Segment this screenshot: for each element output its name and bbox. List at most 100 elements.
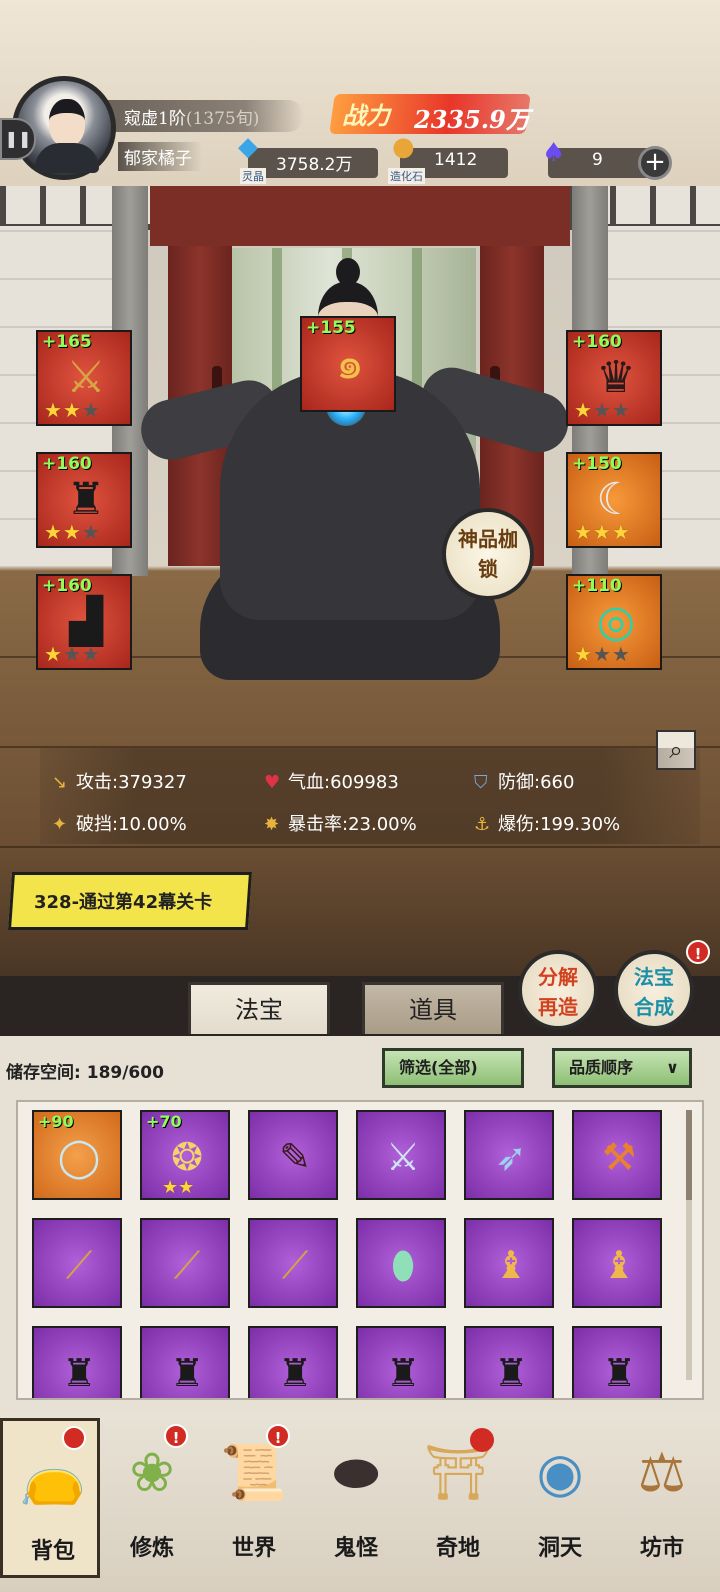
add-resource-button[interactable]: + [638, 146, 672, 180]
dark-robe-icon: ♜ [169, 1351, 205, 1395]
nav-label: 奇地 [435, 1535, 480, 1561]
equip-slot-weapon[interactable]: +165 ⚔ ★★★ [36, 330, 132, 426]
nav-grotto[interactable]: ◉ 洞天 [510, 1418, 610, 1578]
stat-crit-damage: ⚓ 爆伤:199.30% [474, 810, 620, 836]
world-alert-badge: ! [266, 1424, 290, 1448]
creation-stone-caption: 造化石 [388, 168, 425, 184]
jade-fan-icon: ⬮ [391, 1243, 415, 1287]
decompose-button[interactable]: 分解再造 [518, 950, 598, 1030]
equip-slot-robe[interactable]: +160 ♜ ★★★ [36, 452, 132, 548]
slot-plus-level: +160 [42, 576, 92, 596]
inventory-item[interactable]: ♜ [140, 1326, 230, 1398]
silver-bracelet-icon: ◯ [57, 1135, 101, 1179]
equip-slot-ring[interactable]: +110 ◎ ★★★ [566, 574, 662, 670]
break-block-icon: ✦ [52, 814, 68, 835]
slot-plus-level: +160 [572, 332, 622, 352]
tab-treasure[interactable]: 法宝 [188, 982, 330, 1034]
realm-text: 窥虚1阶(1375旬) [124, 104, 259, 129]
purple-flame-icon: ♠ [542, 138, 566, 168]
realm-level: 窥虚1阶 [124, 109, 186, 129]
inventory-item[interactable]: ♝ [464, 1218, 554, 1308]
slot-plus-level: +150 [572, 454, 622, 474]
equip-slot-talisman[interactable]: +155 ๑ [300, 316, 396, 412]
tab-bar [0, 976, 720, 1036]
creation-stone-value: 1412 [434, 150, 478, 170]
nav-label: 世界 [231, 1535, 276, 1561]
tab-items[interactable]: 道具 [362, 982, 504, 1034]
door-beam [150, 186, 570, 246]
demon-egg-icon: ⬬ [332, 1441, 380, 1504]
inventory-item[interactable]: ⬮ [356, 1218, 446, 1308]
nav-label: 修炼 [129, 1535, 174, 1561]
slot-plus-level: +155 [306, 318, 356, 338]
cultivate-alert-badge: ! [164, 1424, 188, 1448]
nav-demon[interactable]: ⬬ 鬼怪 [306, 1418, 406, 1578]
nav-label: 洞天 [537, 1535, 582, 1561]
stat-value: 379327 [118, 772, 187, 793]
sort-dropdown[interactable]: 品质顺序 ∨ [552, 1048, 692, 1088]
inventory-item[interactable]: ➶ [464, 1110, 554, 1200]
slot-plus-level: +165 [42, 332, 92, 352]
combat-power-value: 2335.9万 [414, 105, 530, 134]
nav-market[interactable]: ⚖ 坊市 [612, 1418, 712, 1578]
filter-button[interactable]: 筛选(全部) [382, 1048, 524, 1088]
gold-amulet-icon: ❂ [171, 1135, 203, 1179]
storage-value: 189/600 [86, 1063, 164, 1083]
synthesize-label: 法宝合成 [634, 965, 674, 1019]
stat-label: 攻击: [76, 772, 119, 793]
equip-slot-headband[interactable]: +160 ♛ ★★★ [566, 330, 662, 426]
crossbow-icon: ➶ [495, 1135, 527, 1179]
golden-armor-icon: ♝ [493, 1243, 529, 1287]
dark-dagger-icon: ✎ [279, 1135, 311, 1179]
stat-break: ✦ 破挡:10.00% [52, 810, 187, 836]
heart-icon: ♥ [264, 772, 281, 793]
equip-slot-boots[interactable]: +160 ▟ ★★★ [36, 574, 132, 670]
market-icon: ⚖ [637, 1441, 687, 1504]
inventory-scroll-thumb[interactable] [686, 1110, 692, 1200]
spirit-crystal-value: 3758.2万 [276, 155, 353, 175]
inventory-item[interactable]: ⟋ [248, 1218, 338, 1308]
nav-world[interactable]: 📜 世界 [204, 1418, 304, 1578]
attack-icon: ↘ [52, 772, 68, 793]
inventory-item[interactable]: +90 ◯ [32, 1110, 122, 1200]
inventory-item[interactable]: ⟋ [32, 1218, 122, 1308]
stat-label: 破挡: [76, 814, 119, 835]
storage-label: 储存空间: [6, 1063, 81, 1083]
inventory-item[interactable]: ✎ [248, 1110, 338, 1200]
inventory-grid: +90 ◯ +70 ❂ ★★ ✎ ⚔ ➶ ⚒ ⟋ ⟋ ⟋ ⬮ ♝ ♝ ♜ ♜ ♜… [16, 1100, 704, 1400]
divine-shackle-label: 神品枷锁 [458, 527, 518, 581]
flame-axe-icon: ⚒ [601, 1135, 637, 1179]
golden-staff-icon: ⟋ [173, 1243, 201, 1287]
inventory-item[interactable]: ♜ [356, 1326, 446, 1398]
realm-turn: (1375旬) [185, 109, 260, 129]
stat-value: 660 [540, 772, 575, 793]
equip-slot-pendant[interactable]: +150 ☾ ★★★ [566, 452, 662, 548]
inventory-item[interactable]: ⚔ [356, 1110, 446, 1200]
slot-plus-level: +110 [572, 576, 622, 596]
inventory-item[interactable]: ♜ [248, 1326, 338, 1398]
dark-robe-icon: ♜ [493, 1351, 529, 1395]
sort-label: 品质顺序 [569, 1058, 634, 1077]
inventory-item[interactable]: +70 ❂ ★★ [140, 1110, 230, 1200]
star-rating: ★★★ [574, 642, 631, 666]
star-rating: ★★★ [44, 398, 101, 422]
inventory-item[interactable]: ♜ [32, 1326, 122, 1398]
star-rating: ★★★ [574, 520, 631, 544]
nav-cultivate[interactable]: ❀ 修炼 [102, 1418, 202, 1578]
inventory-item[interactable]: ♜ [572, 1326, 662, 1398]
item-plus-level: +70 [146, 1112, 182, 1131]
synthesize-alert-badge: ! [686, 940, 710, 964]
inventory-item[interactable]: ♝ [572, 1218, 662, 1308]
divine-shackle-button[interactable]: 神品枷锁 [442, 508, 534, 600]
wonderland-badge [470, 1428, 494, 1452]
golden-armor-icon: ♝ [601, 1243, 637, 1287]
inventory-item[interactable]: ⟋ [140, 1218, 230, 1308]
synthesize-button[interactable]: 法宝合成 [614, 950, 694, 1030]
inventory-item[interactable]: ♜ [464, 1326, 554, 1398]
stat-attack: ↘ 攻击:379327 [52, 768, 187, 794]
stat-label: 爆伤: [498, 814, 541, 835]
slot-plus-level: +160 [42, 454, 92, 474]
quest-text: 328-通过第42幕关卡 [34, 892, 213, 913]
inventory-item[interactable]: ⚒ [572, 1110, 662, 1200]
creation-stone-icon: ● [392, 132, 415, 162]
